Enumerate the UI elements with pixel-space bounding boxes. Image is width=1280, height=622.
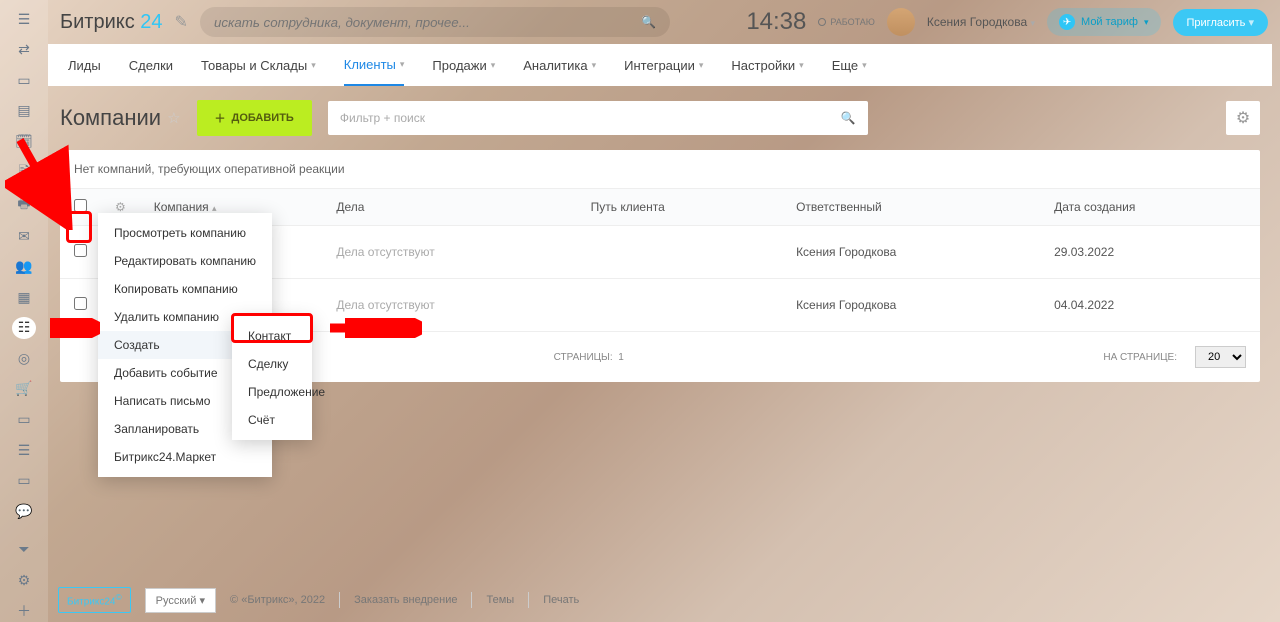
cell-deals: Дела отсутствуют xyxy=(322,279,576,332)
themes-link[interactable]: Темы xyxy=(486,594,514,606)
sidebar-icon-12[interactable]: ▭ xyxy=(12,408,36,431)
left-sidebar: ☰ ⇄ ▭ ▤ 🗓 🗎 🖶 ✉ 👥 ▦ ☷ ◎ 🛒 ▭ ☰ ▭ 💬 ⏷ ⚙ ＋ xyxy=(0,0,48,622)
reaction-banner: Нет компаний, требующих оперативной реак… xyxy=(60,150,1260,189)
favorite-icon[interactable]: ☆ xyxy=(167,109,180,127)
add-button[interactable]: ＋ДОБАВИТЬ xyxy=(197,100,312,136)
nav-item-0[interactable]: Лиды xyxy=(68,44,101,86)
clock: 14:38 xyxy=(746,8,806,36)
subctx-item-1[interactable]: Сделку xyxy=(232,350,312,378)
subctx-item-0[interactable]: Контакт xyxy=(232,322,312,350)
search-icon[interactable]: 🔍 xyxy=(641,15,656,29)
cell-resp[interactable]: Ксения Городкова xyxy=(782,279,1040,332)
language-select[interactable]: Русский ▾ xyxy=(145,588,216,613)
ctx-item-2[interactable]: Копировать компанию xyxy=(98,275,272,303)
brand-tag[interactable]: Битрикс24© xyxy=(58,587,131,612)
cell-deals: Дела отсутствуют xyxy=(322,226,576,279)
sidebar-icon-settings[interactable]: ⚙ xyxy=(12,569,36,592)
pagination: СТРАНИЦЫ: 1 xyxy=(554,352,624,363)
page-header: Компании☆ ＋ДОБАВИТЬ Фильтр + поиск🔍 ⚙ xyxy=(48,86,1272,150)
sidebar-icon-5[interactable]: 🗎 xyxy=(12,161,36,185)
nav-item-4[interactable]: Продажи▾ xyxy=(432,44,495,86)
sidebar-icon-filter[interactable]: ☷ xyxy=(12,317,36,340)
col-path[interactable]: Путь клиента xyxy=(577,189,782,226)
perpage-label: НА СТРАНИЦЕ: xyxy=(1103,352,1177,363)
work-status[interactable]: РАБОТАЮ xyxy=(818,17,875,27)
sidebar-icon-14[interactable]: ▭ xyxy=(12,469,36,492)
global-search-input[interactable] xyxy=(214,15,641,30)
cell-path xyxy=(577,279,782,332)
col-resp[interactable]: Ответственный xyxy=(782,189,1040,226)
sidebar-icon-4[interactable]: 🗓 xyxy=(12,130,36,153)
sidebar-icon-sitemap[interactable]: ⏷ xyxy=(12,538,36,561)
cell-date: 04.04.2022 xyxy=(1040,279,1260,332)
sidebar-icon-2[interactable]: ▭ xyxy=(12,69,36,92)
search-icon: 🔍 xyxy=(841,111,856,125)
bottom-bar: Битрикс24© Русский ▾ © «Битрикс», 2022 З… xyxy=(48,578,1272,622)
invite-button[interactable]: Пригласить ▾ xyxy=(1173,9,1268,36)
select-all-checkbox[interactable] xyxy=(60,189,101,226)
tariff-button[interactable]: ✈Мой тариф ▾ xyxy=(1047,8,1160,36)
nav-item-6[interactable]: Интеграции▾ xyxy=(624,44,703,86)
subctx-item-2[interactable]: Предложение xyxy=(232,378,312,406)
sidebar-icon-1[interactable]: ⇄ xyxy=(12,39,36,62)
page-title: Компании☆ xyxy=(60,105,181,131)
menu-icon[interactable]: ☰ xyxy=(12,8,36,31)
user-avatar[interactable] xyxy=(887,8,915,36)
nav-item-7[interactable]: Настройки▾ xyxy=(731,44,803,86)
sidebar-icon-8[interactable]: 👥 xyxy=(12,255,36,278)
print-link[interactable]: Печать xyxy=(543,594,579,606)
ctx-item-0[interactable]: Просмотреть компанию xyxy=(98,219,272,247)
col-date[interactable]: Дата создания xyxy=(1040,189,1260,226)
nav-item-2[interactable]: Товары и Склады▾ xyxy=(201,44,316,86)
cell-resp[interactable]: Ксения Городкова xyxy=(782,226,1040,279)
sidebar-icon-3[interactable]: ▤ xyxy=(12,100,36,123)
user-name[interactable]: Ксения Городкова ▾ xyxy=(927,15,1035,29)
row-checkbox[interactable] xyxy=(60,279,101,332)
main-nav: Лиды Сделки Товары и Склады▾ Клиенты▾ Продаж… xyxy=(48,44,1272,86)
cell-path xyxy=(577,226,782,279)
top-bar: Битрикс 24 ✎ 🔍 14:38 РАБОТАЮ Ксения Горо… xyxy=(48,0,1280,44)
global-search[interactable]: 🔍 xyxy=(200,7,670,37)
sidebar-icon-11[interactable]: 🛒 xyxy=(12,378,36,401)
row-checkbox[interactable] xyxy=(60,226,101,279)
perpage-select[interactable]: 20 xyxy=(1195,346,1246,368)
ctx-item-1[interactable]: Редактировать компанию xyxy=(98,247,272,275)
copyright: © «Битрикс», 2022 xyxy=(230,594,325,606)
nav-item-3[interactable]: Клиенты▾ xyxy=(344,44,405,86)
subctx-item-3[interactable]: Счёт xyxy=(232,406,312,434)
create-submenu: КонтактСделкуПредложениеСчёт xyxy=(232,316,312,440)
cell-date: 29.03.2022 xyxy=(1040,226,1260,279)
edit-brand-icon[interactable]: ✎ xyxy=(175,12,188,32)
sidebar-icon-10[interactable]: ◎ xyxy=(12,347,36,370)
nav-item-8[interactable]: Еще▾ xyxy=(832,44,867,86)
sidebar-icon-6[interactable]: 🖶 xyxy=(12,193,36,217)
settings-button[interactable]: ⚙ xyxy=(1226,101,1260,135)
sidebar-icon-13[interactable]: ☰ xyxy=(12,439,36,462)
nav-item-5[interactable]: Аналитика▾ xyxy=(523,44,596,86)
sidebar-icon-add[interactable]: ＋ xyxy=(12,600,36,622)
nav-item-1[interactable]: Сделки xyxy=(129,44,173,86)
sidebar-icon-15[interactable]: 💬 xyxy=(12,500,36,523)
filter-search[interactable]: Фильтр + поиск🔍 xyxy=(328,101,868,135)
brand-logo[interactable]: Битрикс 24 xyxy=(60,11,163,34)
col-deals[interactable]: Дела xyxy=(322,189,576,226)
sidebar-icon-9[interactable]: ▦ xyxy=(12,286,36,309)
sidebar-icon-7[interactable]: ✉ xyxy=(12,225,36,248)
ctx-item-8[interactable]: Битрикс24.Маркет xyxy=(98,443,272,471)
order-impl-link[interactable]: Заказать внедрение xyxy=(354,594,457,606)
